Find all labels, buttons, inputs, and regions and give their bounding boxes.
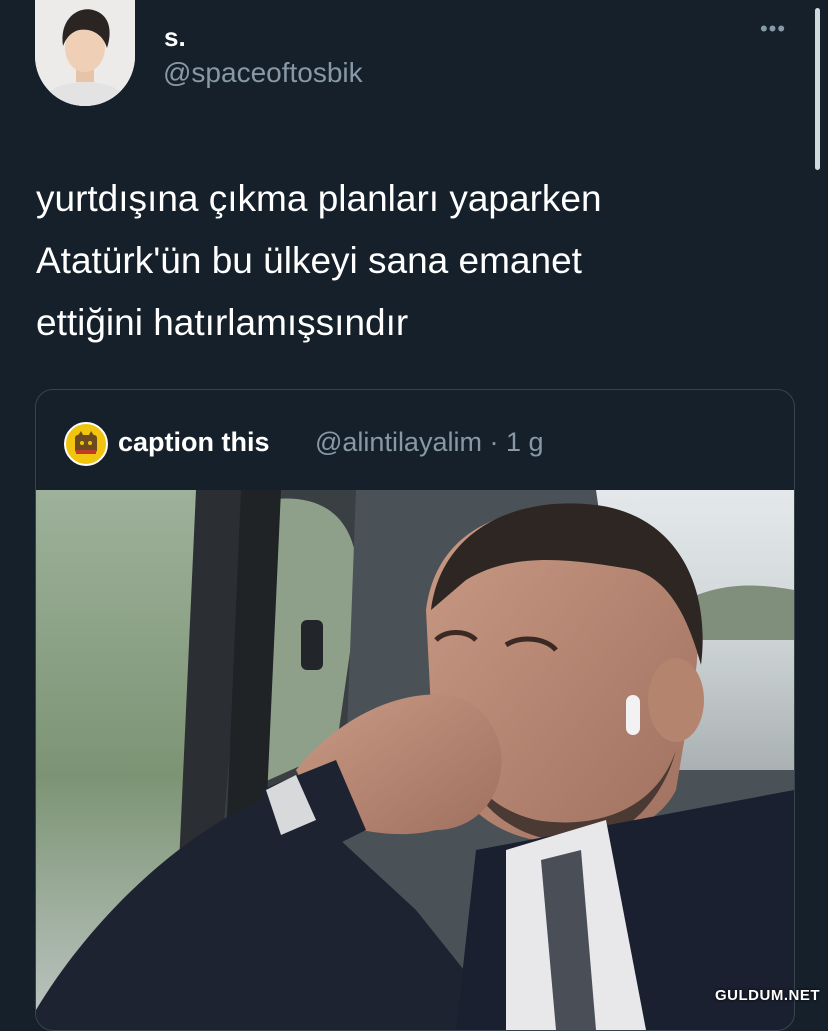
quoted-author-name[interactable]: caption this [118, 427, 270, 458]
scrollbar[interactable] [815, 8, 820, 170]
quoted-tweet-card[interactable]: caption this @alintilayalim · 1 g [35, 389, 795, 1031]
quoted-author-handle[interactable]: @alintilayalim · 1 g [315, 427, 544, 458]
author-handle[interactable]: @spaceoftosbik [163, 57, 363, 89]
quoted-author-avatar[interactable] [64, 422, 108, 466]
photo-man-in-car [36, 490, 794, 1030]
author-avatar[interactable] [35, 0, 135, 106]
more-options-button[interactable]: ••• [755, 14, 791, 44]
cat-logo-icon [67, 425, 105, 463]
author-display-name[interactable]: s. [164, 22, 186, 53]
watermark-text: GULDUM.NET [715, 987, 820, 1004]
tweet-text: yurtdışına çıkma planları yaparken Atatü… [36, 178, 602, 343]
quoted-media-image[interactable] [36, 490, 794, 1030]
avatar-photo [35, 0, 135, 106]
